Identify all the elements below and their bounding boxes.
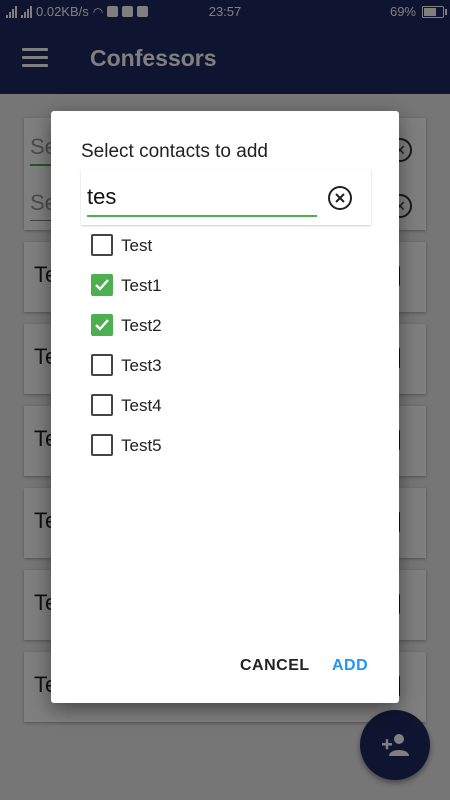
contact-name: Test5 xyxy=(121,436,162,455)
contact-row[interactable]: Test xyxy=(89,231,369,271)
contact-name: Test3 xyxy=(121,356,162,375)
contact-name: Test1 xyxy=(121,276,162,295)
contact-search-input[interactable]: tes xyxy=(87,179,317,217)
checkbox[interactable] xyxy=(91,234,113,256)
check-icon xyxy=(95,279,109,291)
contact-row[interactable]: Test4 xyxy=(89,391,369,431)
contact-name: Test xyxy=(121,236,153,255)
cancel-button[interactable]: CANCEL xyxy=(240,657,310,675)
contact-search-box: tes xyxy=(81,169,371,225)
clear-circle-icon[interactable] xyxy=(327,185,353,211)
dialog-title: Select contacts to add xyxy=(81,141,268,162)
checkbox-checked[interactable] xyxy=(91,314,113,336)
check-icon xyxy=(95,319,109,331)
contact-row[interactable]: Test5 xyxy=(89,431,369,471)
checkbox-checked[interactable] xyxy=(91,274,113,296)
contact-name: Test4 xyxy=(121,396,162,415)
checkbox[interactable] xyxy=(91,434,113,456)
contact-name: Test2 xyxy=(121,316,162,335)
checkbox[interactable] xyxy=(91,394,113,416)
contact-list: Test Test1 Test2 Test3 Test4 Test5 xyxy=(89,231,369,471)
contact-row[interactable]: Test2 xyxy=(89,311,369,351)
checkbox[interactable] xyxy=(91,354,113,376)
contact-row[interactable]: Test1 xyxy=(89,271,369,311)
select-contacts-dialog: Select contacts to add tes Test Test1 Test… xyxy=(51,111,399,703)
add-button[interactable]: ADD xyxy=(332,657,368,675)
contact-row[interactable]: Test3 xyxy=(89,351,369,391)
